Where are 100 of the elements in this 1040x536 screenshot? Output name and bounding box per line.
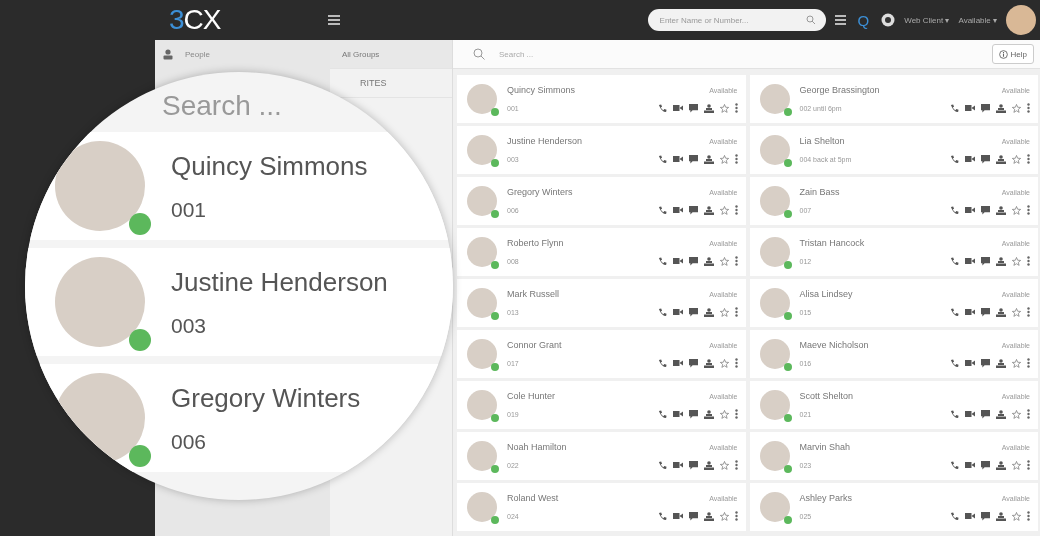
phone-icon[interactable] <box>657 205 667 215</box>
video-icon[interactable] <box>965 206 975 214</box>
phone-icon[interactable] <box>950 358 959 368</box>
star-icon[interactable] <box>719 511 729 521</box>
chat-icon[interactable] <box>981 154 990 164</box>
more-icon[interactable] <box>734 205 738 215</box>
video-icon[interactable] <box>965 512 975 520</box>
video-icon[interactable] <box>672 410 683 418</box>
video-icon[interactable] <box>965 359 975 367</box>
chat-icon[interactable] <box>981 307 990 317</box>
conference-icon[interactable] <box>996 511 1006 521</box>
phone-icon[interactable] <box>950 103 959 113</box>
chat-icon[interactable] <box>688 358 698 368</box>
chat-icon[interactable] <box>688 511 698 521</box>
menu-icon[interactable] <box>328 15 340 25</box>
conference-icon[interactable] <box>703 409 714 419</box>
conference-icon[interactable] <box>703 307 714 317</box>
more-icon[interactable] <box>1027 409 1030 419</box>
conference-icon[interactable] <box>996 205 1006 215</box>
star-icon[interactable] <box>1012 103 1021 113</box>
chat-icon[interactable] <box>688 307 698 317</box>
phone-icon[interactable] <box>657 358 667 368</box>
chat-icon[interactable] <box>688 256 698 266</box>
chat-icon[interactable] <box>981 409 990 419</box>
more-icon[interactable] <box>1027 307 1030 317</box>
phone-icon[interactable] <box>950 205 959 215</box>
more-icon[interactable] <box>1027 103 1030 113</box>
search-field[interactable]: Enter Name or Number... <box>647 9 826 31</box>
chat-icon[interactable] <box>981 358 990 368</box>
chat-icon[interactable] <box>688 154 698 164</box>
group-item[interactable]: All Groups <box>342 49 380 59</box>
star-icon[interactable] <box>719 307 729 317</box>
more-icon[interactable] <box>734 256 738 266</box>
user-avatar[interactable] <box>1006 5 1036 35</box>
star-icon[interactable] <box>719 358 729 368</box>
video-icon[interactable] <box>672 206 683 214</box>
more-icon[interactable] <box>1027 511 1030 521</box>
video-icon[interactable] <box>965 104 975 112</box>
phone-icon[interactable] <box>657 409 667 419</box>
star-icon[interactable] <box>1012 256 1021 266</box>
more-icon[interactable] <box>1027 256 1030 266</box>
q-button[interactable]: Q <box>854 11 873 29</box>
conference-icon[interactable] <box>703 511 714 521</box>
phone-icon[interactable] <box>657 256 667 266</box>
phone-icon[interactable] <box>657 154 667 164</box>
conference-icon[interactable] <box>996 409 1006 419</box>
more-icon[interactable] <box>734 460 738 470</box>
chat-icon[interactable] <box>688 460 698 470</box>
video-icon[interactable] <box>672 104 683 112</box>
phone-icon[interactable] <box>657 511 667 521</box>
phone-icon[interactable] <box>950 511 959 521</box>
search-input[interactable]: Enter Name or Number... <box>657 14 806 26</box>
star-icon[interactable] <box>719 205 729 215</box>
status-menu[interactable]: Available ▾ <box>958 15 997 25</box>
star-icon[interactable] <box>1012 205 1021 215</box>
star-icon[interactable] <box>719 256 729 266</box>
conference-icon[interactable] <box>703 256 714 266</box>
conference-icon[interactable] <box>996 103 1006 113</box>
group-item[interactable]: RITES <box>360 78 387 88</box>
more-icon[interactable] <box>1027 460 1030 470</box>
star-icon[interactable] <box>1012 154 1021 164</box>
more-icon[interactable] <box>1027 154 1030 164</box>
conference-icon[interactable] <box>996 256 1006 266</box>
video-icon[interactable] <box>965 155 975 163</box>
more-icon[interactable] <box>1027 358 1030 368</box>
more-icon[interactable] <box>734 154 738 164</box>
conference-icon[interactable] <box>703 460 714 470</box>
video-icon[interactable] <box>672 359 683 367</box>
chat-icon[interactable] <box>688 103 698 113</box>
conference-icon[interactable] <box>996 307 1006 317</box>
star-icon[interactable] <box>1012 358 1021 368</box>
search-field[interactable]: Search ... <box>497 48 980 60</box>
phone-icon[interactable] <box>950 307 959 317</box>
conference-icon[interactable] <box>703 205 714 215</box>
video-icon[interactable] <box>672 155 683 163</box>
chat-icon[interactable] <box>981 511 990 521</box>
phone-icon[interactable] <box>657 460 667 470</box>
phone-icon[interactable] <box>950 409 959 419</box>
chat-icon[interactable] <box>688 205 698 215</box>
sidebar-item[interactable]: People <box>155 40 330 68</box>
star-icon[interactable] <box>1012 307 1021 317</box>
star-icon[interactable] <box>1012 409 1021 419</box>
star-icon[interactable] <box>719 154 729 164</box>
video-icon[interactable] <box>672 512 683 520</box>
phone-icon[interactable] <box>950 154 959 164</box>
help-button[interactable]: Help <box>991 44 1034 64</box>
chat-icon[interactable] <box>981 205 990 215</box>
conference-icon[interactable] <box>703 154 714 164</box>
phone-icon[interactable] <box>950 256 959 266</box>
chat-icon[interactable] <box>688 409 698 419</box>
video-icon[interactable] <box>672 308 683 316</box>
conference-icon[interactable] <box>996 460 1006 470</box>
chat-icon[interactable] <box>981 256 990 266</box>
phone-icon[interactable] <box>657 103 667 113</box>
search-bar[interactable]: Search ... Help <box>453 40 1040 69</box>
more-icon[interactable] <box>734 358 738 368</box>
video-icon[interactable] <box>965 410 975 418</box>
more-icon[interactable] <box>734 307 738 317</box>
star-icon[interactable] <box>719 103 729 113</box>
video-icon[interactable] <box>672 257 683 265</box>
